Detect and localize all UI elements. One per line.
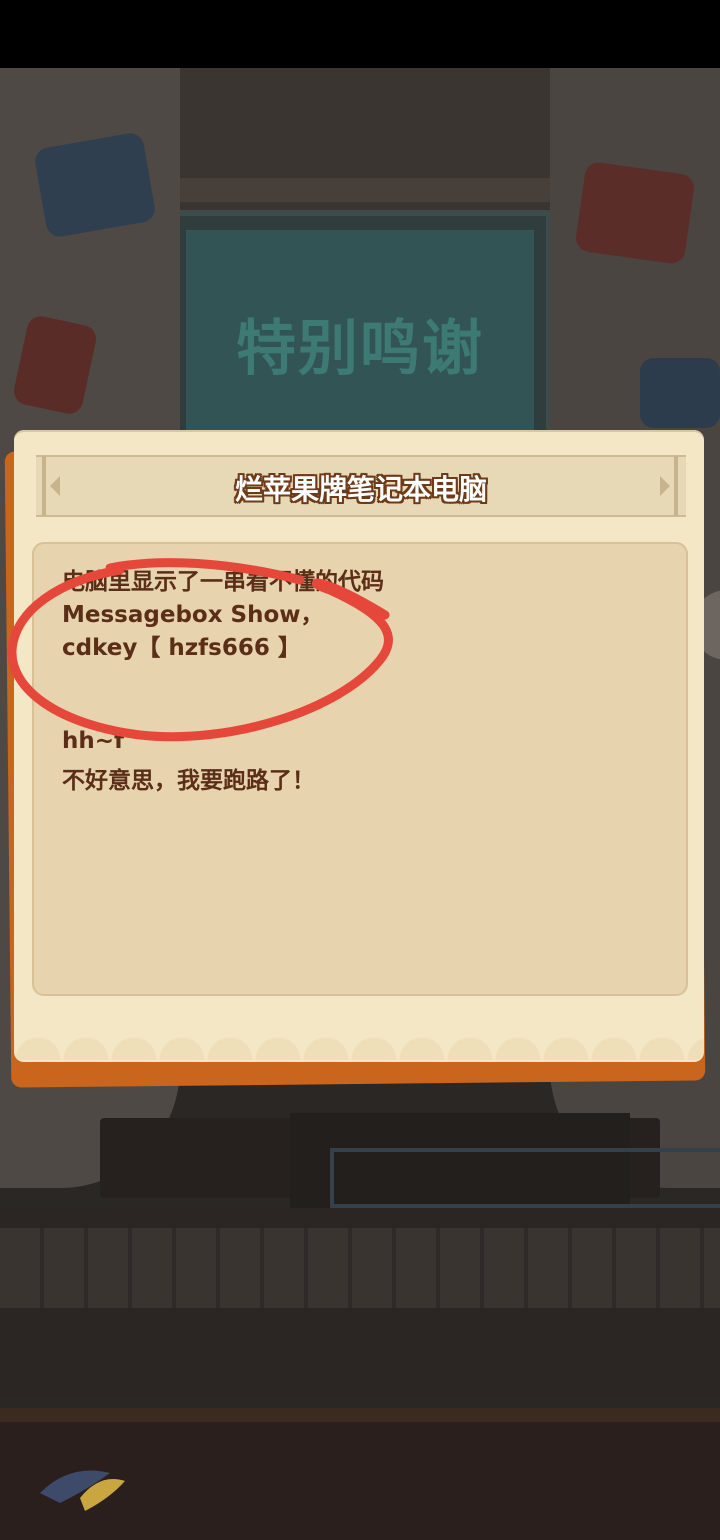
stage-beam — [140, 178, 580, 202]
curtain-patch — [640, 358, 720, 428]
message-line: 电脑里显示了一串看不懂的代码 — [62, 569, 384, 595]
message-line: 不好意思，我要跑路了！ — [62, 768, 315, 794]
dialog-title: 烂苹果牌笔记本电脑 — [234, 473, 487, 506]
message-line: Messagebox Show， — [62, 602, 324, 628]
stage-pipe — [330, 1148, 720, 1208]
status-bar-area — [0, 0, 720, 68]
message-line: hh~f — [62, 728, 125, 754]
stage-screen-text: 特别鸣谢 — [236, 314, 484, 384]
message-line: cdkey【 hzfs666 】 — [62, 635, 301, 661]
leaf-decoration-icon — [40, 1470, 125, 1511]
bottom-band — [0, 1408, 720, 1422]
curtain-patch — [33, 131, 157, 239]
curtain-patch — [574, 160, 696, 266]
stage-floor-planks — [0, 1228, 720, 1308]
dialog-scallop-pattern — [14, 990, 704, 1060]
